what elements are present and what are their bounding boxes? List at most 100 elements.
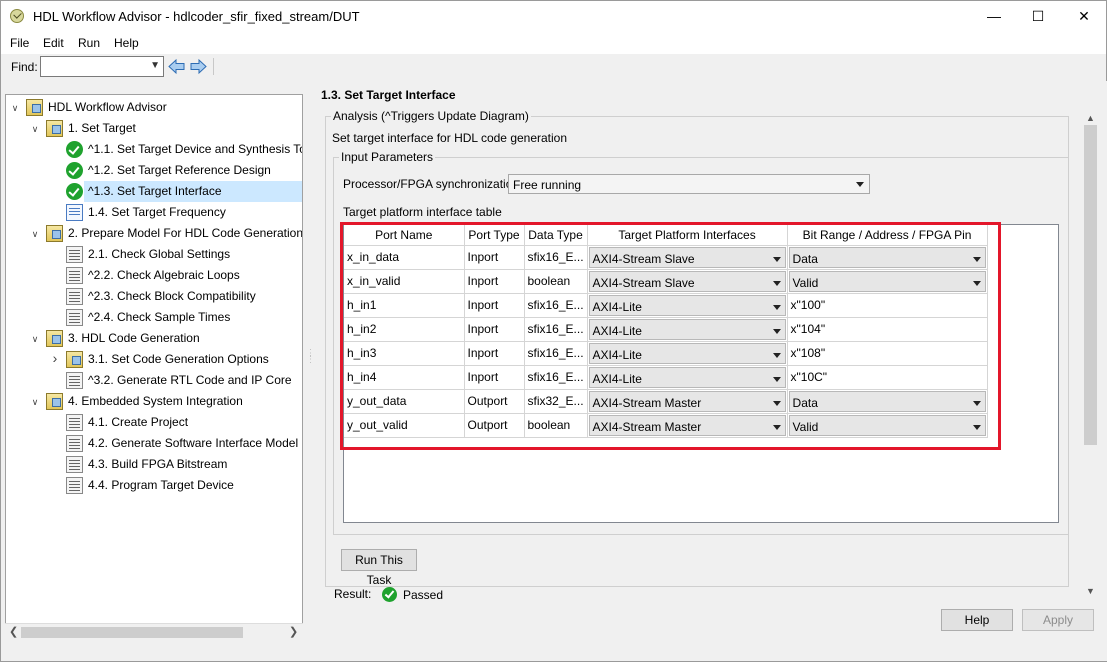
back-arrow-icon[interactable] (168, 58, 185, 75)
passed-check-icon (66, 162, 83, 179)
bit-range-cell[interactable]: x"10C" (787, 365, 988, 390)
maximize-icon[interactable]: ☐ (1015, 1, 1061, 32)
bit-range-cell[interactable]: Valid (787, 269, 988, 294)
tree-item[interactable]: 4. Embedded System Integration (68, 391, 302, 412)
interface-cell[interactable]: AXI4-Lite (587, 341, 788, 366)
interface-cell-dropdown[interactable]: AXI4-Stream Master (588, 414, 786, 436)
tree-item[interactable]: 1.4. Set Target Frequency (88, 202, 302, 223)
chevron-down-icon[interactable]: ∨ (30, 229, 40, 239)
bit-range-cell[interactable]: Data (787, 245, 988, 270)
dropdown-arrow-icon[interactable] (972, 280, 981, 286)
scroll-left-icon[interactable]: ❮ (9, 625, 18, 638)
interface-cell[interactable]: AXI4-Stream Slave (587, 245, 788, 270)
scroll-down-icon[interactable]: ▼ (1086, 586, 1095, 596)
bit-range-cell[interactable]: x"100" (787, 293, 988, 318)
interface-cell-dropdown[interactable]: AXI4-Lite (588, 294, 786, 316)
bit-range-cell[interactable]: x"104" (787, 317, 988, 342)
forward-arrow-icon[interactable] (190, 58, 207, 75)
menu-help[interactable]: Help (114, 36, 139, 50)
tree-item[interactable]: 4.2. Generate Software Interface Model (88, 433, 302, 454)
bit-range-cell[interactable]: Data (787, 389, 988, 414)
table-row: y_out_data Outport sfix32_E... AXI4-Stream … (344, 389, 988, 414)
bit-range-cell-dropdown[interactable]: Valid (788, 270, 986, 292)
menu-edit[interactable]: Edit (43, 36, 64, 50)
interface-cell[interactable]: AXI4-Lite (587, 293, 788, 318)
dropdown-arrow-icon[interactable] (772, 256, 781, 262)
tree-item[interactable]: 2. Prepare Model For HDL Code Generation (68, 223, 302, 244)
scroll-thumb[interactable] (1084, 125, 1097, 445)
dropdown-arrow-icon[interactable] (772, 280, 781, 286)
help-button[interactable]: Help (941, 609, 1013, 631)
chevron-down-icon[interactable]: ∨ (30, 124, 40, 134)
chevron-down-icon[interactable]: ∨ (30, 397, 40, 407)
run-this-task-button[interactable]: Run This Task (341, 549, 417, 587)
chevron-down-icon[interactable]: ∨ (30, 334, 40, 344)
tree-item[interactable]: 3.1. Set Code Generation Options (88, 349, 302, 370)
close-icon[interactable]: ✕ (1061, 1, 1107, 32)
tree-item[interactable]: ^1.3. Set Target Interface (84, 181, 302, 202)
tree-item-label: 2.1. Check Global Settings (88, 247, 231, 261)
app-icon (10, 9, 24, 23)
interface-cell-dropdown[interactable]: AXI4-Stream Slave (588, 270, 786, 292)
interface-cell-dropdown[interactable]: AXI4-Stream Master (588, 390, 786, 412)
tree-item[interactable]: ^2.4. Check Sample Times (88, 307, 302, 328)
interface-cell-dropdown[interactable]: AXI4-Lite (588, 342, 786, 364)
bit-range-cell-dropdown[interactable]: Data (788, 390, 986, 412)
tree-item[interactable]: ^2.2. Check Algebraic Loops (88, 265, 302, 286)
dropdown-arrow-icon[interactable] (856, 182, 864, 187)
dropdown-arrow-icon[interactable] (972, 400, 981, 406)
dropdown-arrow-icon[interactable] (772, 304, 781, 310)
tree-item[interactable]: ^1.1. Set Target Device and Synthesis To… (88, 139, 302, 160)
splitter-handle[interactable]: ⋮⋮ (306, 349, 316, 369)
bit-range-cell-dropdown[interactable]: Data (788, 246, 986, 268)
bit-range-cell[interactable]: x"108" (787, 341, 988, 366)
tree-item[interactable]: 4.3. Build FPGA Bitstream (88, 454, 302, 475)
dropdown-arrow-icon[interactable] (772, 328, 781, 334)
dropdown-arrow-icon[interactable] (772, 400, 781, 406)
interface-cell[interactable]: AXI4-Stream Master (587, 413, 788, 438)
tree-item[interactable]: 3. HDL Code Generation (68, 328, 302, 349)
chevron-down-icon[interactable]: ▼ (150, 60, 160, 71)
tree-item-label: ^2.4. Check Sample Times (88, 310, 231, 324)
scroll-thumb[interactable] (21, 627, 243, 638)
dropdown-arrow-icon[interactable] (772, 376, 781, 382)
apply-button[interactable]: Apply (1022, 609, 1094, 631)
tree-item[interactable]: ^3.2. Generate RTL Code and IP Core (88, 370, 302, 391)
tree-item[interactable]: 1. Set Target (68, 118, 302, 139)
tree-item[interactable]: 4.1. Create Project (88, 412, 302, 433)
dropdown-arrow-icon[interactable] (772, 352, 781, 358)
interface-cell-dropdown[interactable]: AXI4-Lite (588, 366, 786, 388)
tree-item-label: 4.3. Build FPGA Bitstream (88, 457, 228, 471)
minimize-icon[interactable]: — (971, 1, 1017, 32)
tree-item[interactable]: 4.4. Program Target Device (88, 475, 302, 496)
chevron-down-icon[interactable]: ∨ (10, 103, 20, 113)
interface-cell[interactable]: AXI4-Lite (587, 365, 788, 390)
interface-cell[interactable]: AXI4-Stream Master (587, 389, 788, 414)
details-vertical-scrollbar[interactable]: ▲ ▼ (1082, 111, 1099, 598)
sync-dropdown[interactable]: Free running (508, 174, 870, 194)
interface-cell-value: AXI4-Lite (592, 347, 642, 362)
dropdown-arrow-icon[interactable] (772, 424, 781, 430)
interface-cell-dropdown[interactable]: AXI4-Stream Slave (588, 246, 786, 268)
menu-run[interactable]: Run (78, 36, 100, 50)
find-input[interactable]: ▼ (40, 56, 164, 77)
tree-item[interactable]: ^2.3. Check Block Compatibility (88, 286, 302, 307)
bit-range-cell-dropdown[interactable]: Valid (788, 414, 986, 436)
port-type-cell: Inport (464, 317, 525, 342)
tree-item[interactable]: ^1.2. Set Target Reference Design (88, 160, 302, 181)
scroll-right-icon[interactable]: ❯ (289, 625, 298, 638)
bit-range-cell-value: Data (792, 251, 818, 266)
tree-item[interactable]: 2.1. Check Global Settings (88, 244, 302, 265)
interface-cell-dropdown[interactable]: AXI4-Lite (588, 318, 786, 340)
interface-cell-value: AXI4-Stream Master (592, 395, 702, 410)
tree-item[interactable]: HDL Workflow Advisor (48, 97, 302, 118)
scroll-up-icon[interactable]: ▲ (1086, 113, 1095, 123)
dropdown-arrow-icon[interactable] (972, 424, 981, 430)
dropdown-arrow-icon[interactable] (972, 256, 981, 262)
bit-range-cell[interactable]: Valid (787, 413, 988, 438)
interface-cell[interactable]: AXI4-Stream Slave (587, 269, 788, 294)
interface-cell[interactable]: AXI4-Lite (587, 317, 788, 342)
chevron-right-icon[interactable]: › (50, 351, 60, 365)
tree-horizontal-scrollbar[interactable]: ❮ ❯ (5, 623, 303, 640)
menu-file[interactable]: File (10, 36, 29, 50)
